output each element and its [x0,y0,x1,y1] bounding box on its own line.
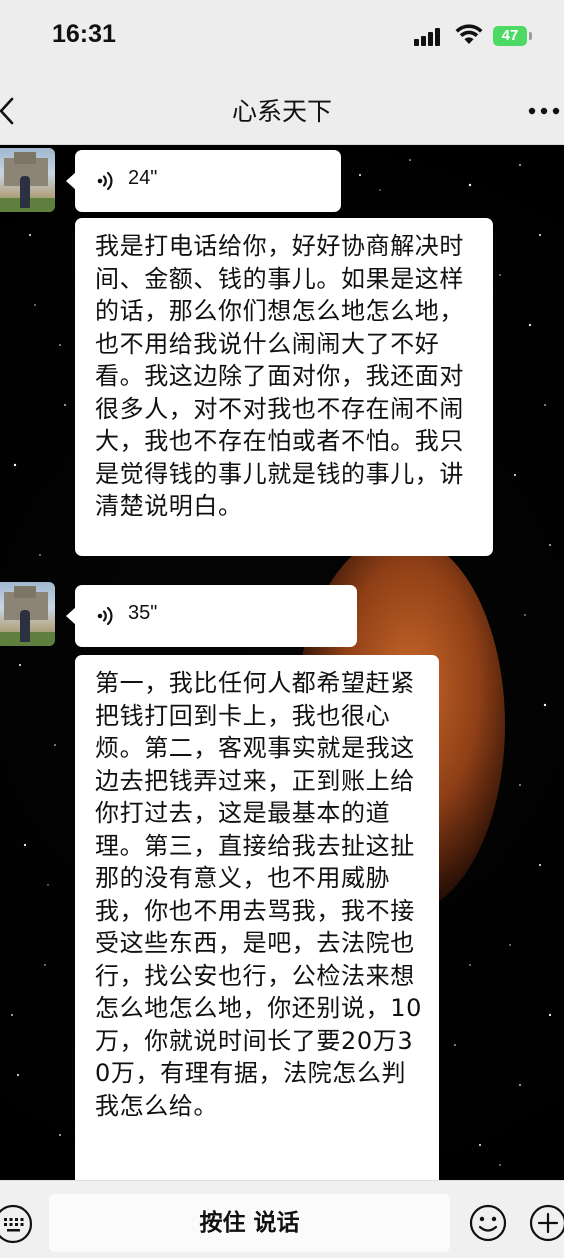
voice-duration: 35" [128,602,158,624]
keyboard-icon[interactable] [0,1203,34,1245]
plus-icon[interactable] [528,1203,564,1243]
voice-message-bubble[interactable]: 35" [66,585,357,647]
voice-duration: 24" [128,167,158,189]
emoji-icon[interactable] [468,1203,508,1243]
battery-cap [529,32,532,40]
message-text: 第一，我比任何人都希望赶紧把钱打回到卡上，我也很心烦。第二，客观事实就是我这边去… [95,669,422,1120]
battery-icon: 47 [493,26,527,46]
voice-icon [97,606,113,626]
more-icon[interactable] [528,107,560,115]
voice-message-bubble[interactable]: 24" [66,150,341,212]
text-message-bubble[interactable]: 第一，我比任何人都希望赶紧把钱打回到卡上，我也很心烦。第二，客观事实就是我这边去… [75,655,439,1180]
hold-to-talk-button[interactable]: 按住 说话 [49,1194,450,1252]
chat-title: 心系天下 [231,97,332,126]
wifi-icon [455,24,483,44]
message-text: 我是打电话给你，好好协商解决时间、金额、钱的事儿。如果是这样的话，那么你们想怎么… [95,232,464,520]
text-message-bubble[interactable]: 我是打电话给你，好好协商解决时间、金额、钱的事儿。如果是这样的话，那么你们想怎么… [75,218,493,556]
contact-avatar[interactable] [0,148,55,212]
contact-avatar[interactable] [0,582,55,646]
chat-area[interactable]: 24" 我是打电话给你，好好协商解决时间、金额、钱的事儿。如果是这样的话，那么你… [0,145,564,1180]
signal-icon [414,26,446,46]
voice-icon [97,171,113,191]
status-time: 16:31 [52,20,116,48]
